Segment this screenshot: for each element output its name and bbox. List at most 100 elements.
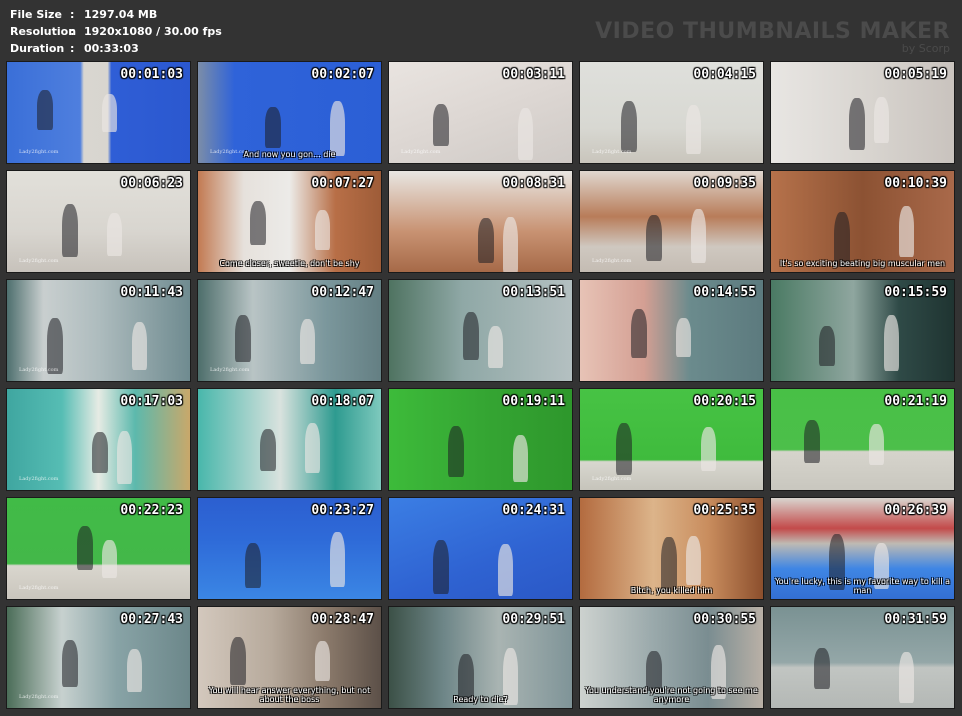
timestamp: 00:22:23 [120, 503, 183, 518]
scene-figure [518, 108, 533, 160]
separator: : [70, 8, 75, 21]
video-thumbnail[interactable]: 00:15:59 [770, 279, 955, 382]
timestamp: 00:07:27 [311, 176, 374, 191]
scene-figure [478, 218, 494, 263]
brand-subtitle: by Scorp [901, 42, 950, 55]
timestamp: 00:17:03 [120, 394, 183, 409]
scene-figure [37, 90, 53, 130]
video-thumbnail[interactable]: 00:12:47 Lady2fight.com [197, 279, 382, 382]
video-thumbnail[interactable]: 00:22:23 Lady2fight.com [6, 497, 191, 600]
video-thumbnail[interactable]: 00:31:59 [770, 606, 955, 709]
timestamp: 00:24:31 [502, 503, 565, 518]
video-thumbnail[interactable]: 00:17:03 Lady2fight.com [6, 388, 191, 491]
scene-figure [686, 536, 701, 585]
scene-figure [77, 526, 93, 570]
scene-figure [661, 537, 677, 592]
scene-figure [503, 217, 518, 272]
file-size-label: File Size [10, 8, 62, 21]
video-thumbnail[interactable]: 00:05:19 [770, 61, 955, 164]
video-thumbnail[interactable]: 00:24:31 [388, 497, 573, 600]
video-thumbnail[interactable]: 00:02:07 Lady2fight.com And now you gon...… [197, 61, 382, 164]
timestamp: 00:08:31 [502, 176, 565, 191]
timestamp: 00:01:03 [120, 67, 183, 82]
video-thumbnail[interactable]: 00:29:51 Ready to die? [388, 606, 573, 709]
scene-figure [819, 326, 835, 366]
scene-figure [265, 107, 281, 148]
subtitle-caption: Bitch, you killed him [630, 586, 713, 595]
subtitle-caption: Come closer, sweetie, don't be shy [219, 259, 360, 268]
scene-figure [686, 105, 701, 154]
scene-figure [315, 210, 330, 250]
scene-figure [691, 209, 706, 263]
separator: : [70, 25, 75, 38]
site-watermark: Lady2fight.com [19, 476, 59, 482]
subtitle-caption: And now you gon... die [243, 150, 336, 159]
video-thumbnail[interactable]: 00:13:51 [388, 279, 573, 382]
video-thumbnail[interactable]: 00:19:11 [388, 388, 573, 491]
video-thumbnail[interactable]: 00:07:27 Come closer, sweetie, don't be s… [197, 170, 382, 273]
timestamp: 00:31:59 [884, 612, 947, 627]
timestamp: 00:14:55 [693, 285, 756, 300]
video-thumbnail[interactable]: 00:14:55 [579, 279, 764, 382]
site-watermark: Lady2fight.com [592, 476, 632, 482]
timestamp: 00:03:11 [502, 67, 565, 82]
separator: : [70, 42, 75, 55]
duration-row: Duration : 00:33:03 [10, 40, 222, 57]
video-thumbnail[interactable]: 00:01:03 Lady2fight.com [6, 61, 191, 164]
video-thumbnail[interactable]: 00:27:43 Lady2fight.com [6, 606, 191, 709]
video-thumbnail[interactable]: 00:28:47 You will hear answer everything,… [197, 606, 382, 709]
scene-figure [448, 426, 464, 477]
video-thumbnail[interactable]: 00:09:35 Lady2fight.com [579, 170, 764, 273]
scene-figure [92, 432, 108, 473]
video-thumbnail[interactable]: 00:21:19 [770, 388, 955, 491]
video-thumbnail[interactable]: 00:26:39 You're lucky, this is my favorit… [770, 497, 955, 600]
scene-figure [899, 206, 914, 257]
video-thumbnail[interactable]: 00:06:23 Lady2fight.com [6, 170, 191, 273]
video-thumbnail[interactable]: 00:20:15 Lady2fight.com [579, 388, 764, 491]
scene-figure [631, 309, 647, 358]
timestamp: 00:26:39 [884, 503, 947, 518]
timestamp: 00:11:43 [120, 285, 183, 300]
scene-figure [498, 544, 513, 596]
scene-figure [616, 423, 632, 475]
brand-title: VIDEO THUMBNAILS MAKER [595, 19, 950, 44]
site-watermark: Lady2fight.com [401, 149, 441, 155]
site-watermark: Lady2fight.com [19, 149, 59, 155]
video-thumbnail[interactable]: 00:25:35 Bitch, you killed him [579, 497, 764, 600]
video-thumbnail[interactable]: 00:10:39 It's so exciting beating big mus… [770, 170, 955, 273]
file-info-header: File Size : 1297.04 MB Resolution : 1920… [10, 6, 222, 57]
timestamp: 00:28:47 [311, 612, 374, 627]
timestamp: 00:05:19 [884, 67, 947, 82]
scene-figure [260, 429, 276, 471]
timestamp: 00:12:47 [311, 285, 374, 300]
scene-figure [62, 640, 78, 687]
timestamp: 00:02:07 [311, 67, 374, 82]
scene-figure [701, 427, 716, 471]
video-thumbnail[interactable]: 00:04:15 Lady2fight.com [579, 61, 764, 164]
scene-figure [646, 651, 662, 691]
scene-figure [804, 420, 820, 463]
video-thumbnail[interactable]: 00:11:43 Lady2fight.com [6, 279, 191, 382]
timestamp: 00:15:59 [884, 285, 947, 300]
video-thumbnail[interactable]: 00:18:07 [197, 388, 382, 491]
video-thumbnail[interactable]: 00:03:11 Lady2fight.com [388, 61, 573, 164]
thumbnail-grid: 00:01:03 Lady2fight.com 00:02:07 Lady2fight… [6, 61, 955, 709]
video-thumbnail[interactable]: 00:30:55 You understand you're not going … [579, 606, 764, 709]
scene-figure [621, 101, 637, 152]
scene-figure [433, 104, 449, 146]
scene-figure [62, 204, 78, 257]
timestamp: 00:23:27 [311, 503, 374, 518]
site-watermark: Lady2fight.com [592, 258, 632, 264]
timestamp: 00:21:19 [884, 394, 947, 409]
site-watermark: Lady2fight.com [19, 258, 59, 264]
resolution-row: Resolution : 1920x1080 / 30.00 fps [10, 23, 222, 40]
video-thumbnail[interactable]: 00:23:27 [197, 497, 382, 600]
timestamp: 00:29:51 [502, 612, 565, 627]
timestamp: 00:06:23 [120, 176, 183, 191]
duration-value: 00:33:03 [84, 42, 139, 55]
scene-figure [315, 641, 330, 681]
subtitle-caption: It's so exciting beating big muscular me… [779, 259, 946, 268]
video-thumbnail[interactable]: 00:08:31 [388, 170, 573, 273]
site-watermark: Lady2fight.com [210, 367, 250, 373]
scene-figure [488, 326, 503, 368]
